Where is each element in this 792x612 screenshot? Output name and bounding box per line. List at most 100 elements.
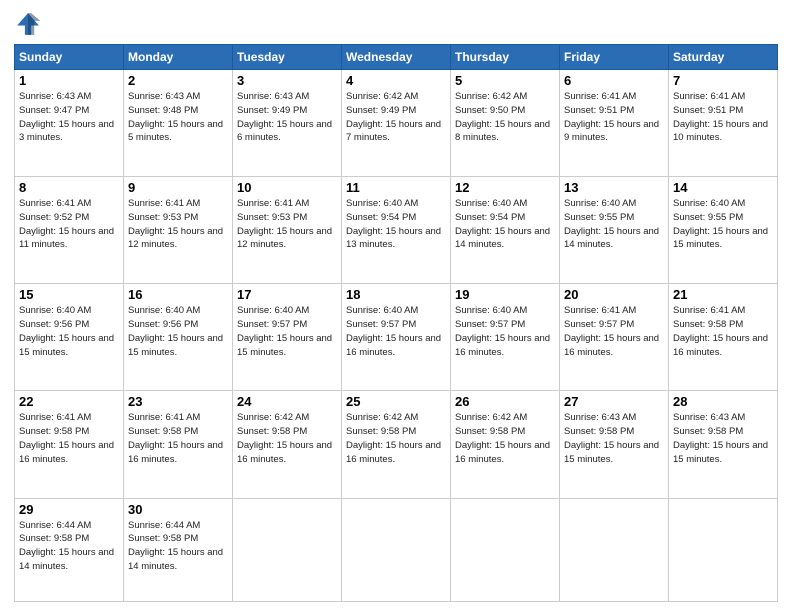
calendar-cell: 1Sunrise: 6:43 AMSunset: 9:47 PMDaylight… (15, 70, 124, 177)
day-number: 29 (19, 502, 119, 517)
sunrise-text: Sunrise: 6:42 AM (346, 91, 418, 102)
day-info: Sunrise: 6:41 AMSunset: 9:58 PMDaylight:… (19, 411, 119, 466)
sunset-text: Sunset: 9:57 PM (564, 319, 634, 330)
day-number: 24 (237, 394, 337, 409)
day-info: Sunrise: 6:41 AM Sunset: 9:51 PM Daylight:… (673, 90, 773, 145)
sunrise-text: Sunrise: 6:42 AM (455, 91, 527, 102)
day-info: Sunrise: 6:42 AMSunset: 9:58 PMDaylight:… (455, 411, 555, 466)
day-info: Sunrise: 6:40 AMSunset: 9:56 PMDaylight:… (128, 304, 228, 359)
calendar-cell: 3 Sunrise: 6:43 AMSunset: 9:49 PMDaylight… (233, 70, 342, 177)
calendar-cell: 5Sunrise: 6:42 AMSunset: 9:50 PMDaylight… (451, 70, 560, 177)
day-number: 4 (346, 73, 446, 88)
daylight-text: Daylight: 15 hours and 16 minutes. (564, 333, 659, 358)
calendar-row-1: 1Sunrise: 6:43 AMSunset: 9:47 PMDaylight… (15, 70, 778, 177)
sunset-text: Sunset: 9:58 PM (128, 533, 198, 544)
day-info: Sunrise: 6:40 AM Sunset: 9:56 PM Daylight:… (19, 304, 119, 359)
sunrise-text: Sunrise: 6:41 AM (19, 412, 91, 423)
calendar-cell: 4 Sunrise: 6:42 AMSunset: 9:49 PMDaylight… (342, 70, 451, 177)
sunset-text: Sunset: 9:53 PM (237, 212, 307, 223)
logo (14, 10, 46, 38)
sunset-text: Sunset: 9:56 PM (19, 319, 89, 330)
daylight-text: Daylight: 15 hours and 13 minutes. (346, 226, 441, 251)
day-info: Sunrise: 6:43 AMSunset: 9:49 PMDaylight:… (237, 90, 337, 145)
daylight-text: Daylight: 15 hours and 15 minutes. (564, 440, 659, 465)
day-info: Sunrise: 6:40 AMSunset: 9:57 PMDaylight:… (455, 304, 555, 359)
day-number: 3 (237, 73, 337, 88)
sunset-text: Sunset: 9:58 PM (673, 319, 743, 330)
sunrise-text: Sunrise: 6:40 AM (564, 198, 636, 209)
day-info: Sunrise: 6:44 AMSunset: 9:58 PMDaylight:… (19, 519, 119, 574)
daylight-text: Daylight: 15 hours and 7 minutes. (346, 119, 441, 144)
day-info: Sunrise: 6:44 AMSunset: 9:58 PMDaylight:… (128, 519, 228, 574)
day-info: Sunrise: 6:42 AMSunset: 9:50 PMDaylight:… (455, 90, 555, 145)
calendar-header-friday: Friday (560, 45, 669, 70)
daylight-text: Daylight: 15 hours and 8 minutes. (455, 119, 550, 144)
calendar-cell: 20Sunrise: 6:41 AMSunset: 9:57 PMDayligh… (560, 284, 669, 391)
sunset-text: Sunset: 9:58 PM (564, 426, 634, 437)
sunset-text: Sunset: 9:51 PM (673, 105, 743, 116)
calendar-cell (560, 498, 669, 601)
day-number: 10 (237, 180, 337, 195)
sunrise-text: Sunrise: 6:41 AM (128, 412, 200, 423)
daylight-text: Daylight: 15 hours and 16 minutes. (673, 333, 768, 358)
calendar-header-tuesday: Tuesday (233, 45, 342, 70)
daylight-text: Daylight: 15 hours and 5 minutes. (128, 119, 223, 144)
calendar-header-wednesday: Wednesday (342, 45, 451, 70)
day-number: 14 (673, 180, 773, 195)
sunset-text: Sunset: 9:57 PM (346, 319, 416, 330)
sunset-text: Sunset: 9:47 PM (19, 105, 89, 116)
sunrise-text: Sunrise: 6:43 AM (19, 91, 91, 102)
calendar-cell: 28Sunrise: 6:43 AMSunset: 9:58 PMDayligh… (669, 391, 778, 498)
calendar-cell: 11Sunrise: 6:40 AMSunset: 9:54 PMDayligh… (342, 177, 451, 284)
sunset-text: Sunset: 9:51 PM (564, 105, 634, 116)
calendar-cell: 6Sunrise: 6:41 AMSunset: 9:51 PMDaylight… (560, 70, 669, 177)
sunrise-text: Sunrise: 6:43 AM (564, 412, 636, 423)
day-info: Sunrise: 6:41 AMSunset: 9:52 PMDaylight:… (19, 197, 119, 252)
calendar-header-saturday: Saturday (669, 45, 778, 70)
daylight-text: Daylight: 15 hours and 15 minutes. (19, 333, 114, 358)
calendar-cell: 12 Sunrise: 6:40 AMSunset: 9:54 PMDayligh… (451, 177, 560, 284)
calendar-cell: 27Sunrise: 6:43 AMSunset: 9:58 PMDayligh… (560, 391, 669, 498)
sunrise-text: Sunrise: 6:43 AM (237, 91, 309, 102)
daylight-text: Daylight: 15 hours and 15 minutes. (237, 333, 332, 358)
calendar-header-sunday: Sunday (15, 45, 124, 70)
daylight-text: Daylight: 15 hours and 6 minutes. (237, 119, 332, 144)
day-info: Sunrise: 6:41 AMSunset: 9:53 PMDaylight:… (128, 197, 228, 252)
day-number: 15 (19, 287, 119, 302)
calendar-header-thursday: Thursday (451, 45, 560, 70)
day-number: 7 (673, 73, 773, 88)
daylight-text: Daylight: 15 hours and 10 minutes. (673, 119, 768, 144)
day-number: 12 (455, 180, 555, 195)
day-number: 19 (455, 287, 555, 302)
sunrise-text: Sunrise: 6:43 AM (673, 412, 745, 423)
sunrise-text: Sunrise: 6:41 AM (673, 91, 745, 102)
day-info: Sunrise: 6:40 AMSunset: 9:54 PMDaylight:… (455, 197, 555, 252)
daylight-text: Daylight: 15 hours and 15 minutes. (673, 440, 768, 465)
calendar-cell: 18Sunrise: 6:40 AMSunset: 9:57 PMDayligh… (342, 284, 451, 391)
sunrise-text: Sunrise: 6:40 AM (19, 305, 91, 316)
daylight-text: Daylight: 15 hours and 16 minutes. (346, 440, 441, 465)
sunset-text: Sunset: 9:54 PM (346, 212, 416, 223)
sunrise-text: Sunrise: 6:42 AM (346, 412, 418, 423)
day-number: 28 (673, 394, 773, 409)
calendar-row-4: 22Sunrise: 6:41 AMSunset: 9:58 PMDayligh… (15, 391, 778, 498)
calendar-header-monday: Monday (124, 45, 233, 70)
calendar-cell: 7 Sunrise: 6:41 AM Sunset: 9:51 PM Daylight… (669, 70, 778, 177)
sunrise-text: Sunrise: 6:41 AM (19, 198, 91, 209)
sunrise-text: Sunrise: 6:41 AM (564, 91, 636, 102)
day-info: Sunrise: 6:40 AMSunset: 9:55 PMDaylight:… (673, 197, 773, 252)
sunset-text: Sunset: 9:53 PM (128, 212, 198, 223)
daylight-text: Daylight: 15 hours and 12 minutes. (128, 226, 223, 251)
day-info: Sunrise: 6:42 AMSunset: 9:49 PMDaylight:… (346, 90, 446, 145)
daylight-text: Daylight: 15 hours and 11 minutes. (19, 226, 114, 251)
calendar-cell: 2Sunrise: 6:43 AMSunset: 9:48 PMDaylight… (124, 70, 233, 177)
day-info: Sunrise: 6:42 AMSunset: 9:58 PMDaylight:… (346, 411, 446, 466)
sunrise-text: Sunrise: 6:41 AM (564, 305, 636, 316)
sunset-text: Sunset: 9:48 PM (128, 105, 198, 116)
calendar-cell (342, 498, 451, 601)
calendar-row-3: 15 Sunrise: 6:40 AM Sunset: 9:56 PM Dayligh… (15, 284, 778, 391)
day-info: Sunrise: 6:42 AMSunset: 9:58 PMDaylight:… (237, 411, 337, 466)
calendar-cell: 25Sunrise: 6:42 AMSunset: 9:58 PMDayligh… (342, 391, 451, 498)
page: SundayMondayTuesdayWednesdayThursdayFrid… (0, 0, 792, 612)
sunrise-text: Sunrise: 6:43 AM (128, 91, 200, 102)
